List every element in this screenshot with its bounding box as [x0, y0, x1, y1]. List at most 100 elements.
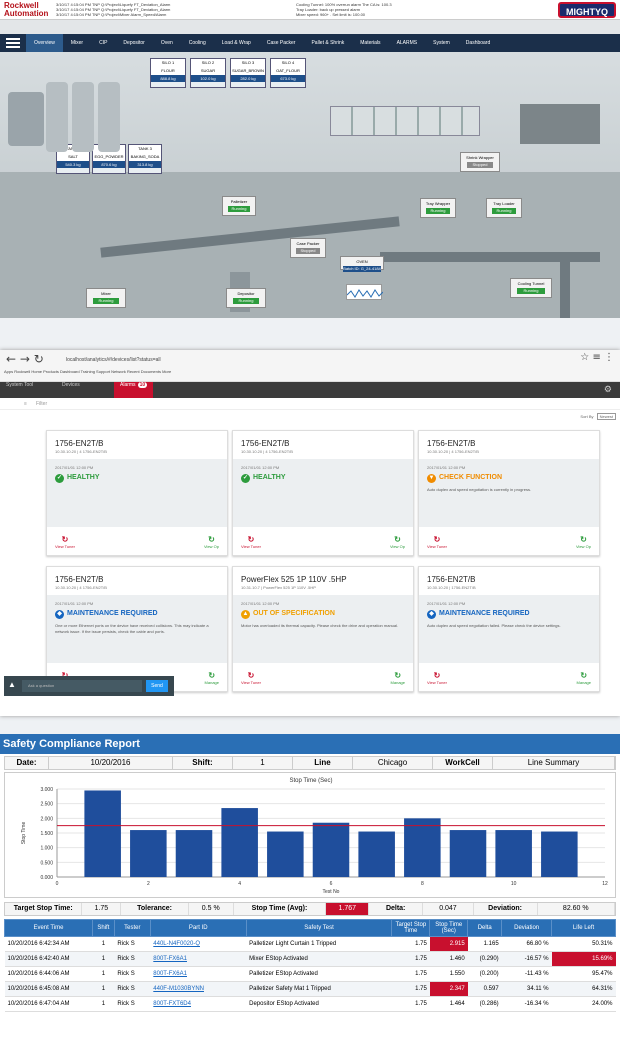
- tank-panel[interactable]: TANK 3 BAKING_SODA 313.8 kg: [128, 144, 162, 174]
- bar[interactable]: [221, 808, 258, 877]
- line-value[interactable]: Chicago: [353, 757, 433, 769]
- shift-value[interactable]: 1: [233, 757, 293, 769]
- bar[interactable]: [449, 830, 487, 877]
- silo-panel[interactable]: SILO 2 SUGAR 102.0 kg: [190, 58, 226, 88]
- view-op-button[interactable]: ↻ View Op: [576, 535, 591, 549]
- silo-panel[interactable]: SILO 1 FLOUR 888.8 kg: [150, 58, 186, 88]
- hmi-tab[interactable]: Load & Wrap: [214, 34, 259, 52]
- machine-status-panel[interactable]: Depositor Running: [226, 288, 266, 308]
- bar[interactable]: [130, 830, 167, 877]
- column-header[interactable]: Target Stop Time: [391, 919, 431, 937]
- hmi-tab[interactable]: System: [425, 34, 458, 52]
- bar[interactable]: [541, 831, 578, 877]
- view-tuner-button[interactable]: ↻View Tuner: [427, 535, 447, 549]
- hmi-tab[interactable]: CIP: [91, 34, 115, 52]
- table-row[interactable]: 10/20/2016 6:45:08 AM 1 Rick S 440F-M1030BY…: [4, 981, 616, 997]
- hmi-tab[interactable]: Overview: [26, 34, 63, 52]
- bar[interactable]: [312, 822, 350, 877]
- part-id-link[interactable]: 800T-FX6A1: [153, 956, 187, 962]
- bar[interactable]: [267, 831, 304, 877]
- bar[interactable]: [175, 830, 213, 877]
- column-header[interactable]: Delta: [467, 919, 503, 937]
- tab-alarms[interactable]: Alarms 10: [114, 382, 154, 398]
- settings-icon[interactable]: ⚙: [604, 384, 612, 395]
- table-row[interactable]: 10/20/2016 6:42:34 AM 1 Rick S 440L-N4F0020…: [4, 936, 616, 952]
- column-header[interactable]: Part ID: [149, 919, 247, 937]
- column-header[interactable]: Life Left: [551, 919, 616, 937]
- hmi-tab[interactable]: Depositor: [115, 34, 152, 52]
- hmi-tab[interactable]: Materials: [352, 34, 388, 52]
- alarm-banner[interactable]: 3/10/17 4:15:04 PM TNP Q:\Project\Liquef…: [56, 2, 526, 18]
- filter-input[interactable]: ≡ Filter: [0, 398, 620, 410]
- bar[interactable]: [358, 831, 395, 877]
- machine-status-panel[interactable]: Cooling Tunnel Running: [510, 278, 552, 298]
- part-id-link[interactable]: 440L-N4F0020-Q: [153, 941, 200, 947]
- machine-status-panel[interactable]: Palletizer Running: [222, 196, 256, 216]
- device-card[interactable]: 1756-EN2T/B 10.30.10.20 | 4 1756-EN2T/B 20…: [232, 430, 414, 556]
- view-op-button[interactable]: ↻ View Op: [204, 535, 219, 549]
- machine-status-panel[interactable]: Shrink Wrapper Stopped: [460, 152, 500, 172]
- silo-panel[interactable]: SILO 4 OAT_FLOUR 673.0 kg: [270, 58, 306, 88]
- cell-test: Palletizer Safety Mat 1 Tripped: [246, 981, 392, 997]
- browser-menu-icons[interactable]: ☆ ≡ ⋮: [580, 352, 614, 363]
- sort-control[interactable]: Sort By Newest: [578, 413, 616, 420]
- view-op-button[interactable]: ↻ Manage: [205, 671, 219, 685]
- bar[interactable]: [495, 830, 532, 877]
- view-op-button[interactable]: ↻ Manage: [577, 671, 591, 685]
- view-op-button[interactable]: ↻ View Op: [390, 535, 405, 549]
- tab-devices[interactable]: Devices: [56, 382, 86, 398]
- send-button[interactable]: Send: [146, 680, 168, 692]
- machine-status-panel[interactable]: Mixer Running: [86, 288, 126, 308]
- device-status-body: 2017/01/01 12:00 PM ✓ HEALTHY: [233, 459, 413, 527]
- date-value[interactable]: 10/20/2016: [49, 757, 173, 769]
- chat-input[interactable]: Ask a question: [22, 680, 142, 692]
- device-card[interactable]: 1756-EN2T/B 10.30.10.20 | 4 1756-EN2T/B 20…: [46, 430, 228, 556]
- device-card[interactable]: 1756-EN2T/B 10.30.10.20 | 4 1756-EN2T/B 20…: [46, 566, 228, 692]
- hmi-tab[interactable]: Oven: [153, 34, 181, 52]
- silo-panel[interactable]: SILO 3 SUGAR_BROWN 282.0 kg: [230, 58, 266, 88]
- view-tuner-button[interactable]: ↻View Tuner: [241, 671, 261, 685]
- machine-status-panel[interactable]: Tray Loader Running: [486, 198, 522, 218]
- part-id-link[interactable]: 800T-FX6A1: [153, 971, 187, 977]
- part-id-link[interactable]: 440F-M1030BYNN: [153, 986, 204, 992]
- bar[interactable]: [84, 790, 121, 877]
- view-tuner-button[interactable]: ↻View Tuner: [427, 671, 447, 685]
- status-description: Auto duplex and speed negotiation failed…: [427, 623, 561, 628]
- machine-status-panel[interactable]: Tray Wrapper Running: [420, 198, 456, 218]
- hamburger-menu-icon[interactable]: [6, 38, 20, 48]
- device-card[interactable]: 1756-EN2T/B 10.30.10.20 | 1756-EN2T/B 2017…: [418, 566, 600, 692]
- machine-status: Running: [426, 208, 450, 214]
- hmi-tab[interactable]: Pallet & Shrink: [303, 34, 352, 52]
- address-bar[interactable]: localhost/analytics/#/devices/list?statu…: [66, 354, 466, 366]
- device-card[interactable]: 1756-EN2T/B 10.30.10.20 | 4 1756-EN2T/B 20…: [418, 430, 600, 556]
- view-tuner-button[interactable]: ↻View Tuner: [55, 535, 75, 549]
- column-header[interactable]: Tester: [113, 919, 151, 937]
- view-tuner-button[interactable]: ↻View Tuner: [241, 535, 261, 549]
- table-row[interactable]: 10/20/2016 6:42:40 AM 1 Rick S 800T-FX6A1 Mi…: [4, 951, 616, 967]
- machine-status-panel[interactable]: Case Packer Stopped: [290, 238, 326, 258]
- back-forward-reload-icons[interactable]: ← → ↻: [6, 352, 44, 366]
- view-op-button[interactable]: ↻ Manage: [391, 671, 405, 685]
- workcell-value[interactable]: Line Summary: [493, 757, 615, 769]
- cell-part: 800T-FX6A1: [150, 951, 247, 967]
- bookmarks-bar[interactable]: Apps Rockwell Home Products Dashboard Tr…: [4, 369, 614, 379]
- table-row[interactable]: 10/20/2016 6:47:04 AM 1 Rick S 800T-FXT6D4 D…: [4, 996, 616, 1012]
- table-row[interactable]: 10/20/2016 6:44:06 AM 1 Rick S 800T-FX6A1 Pa…: [4, 966, 616, 982]
- status-text: MAINTENANCE REQUIRED: [439, 610, 530, 617]
- column-header[interactable]: Event Time: [4, 919, 93, 937]
- column-header[interactable]: Stop Time (Sec): [429, 919, 469, 937]
- tab-system-tool[interactable]: System Tool: [0, 382, 39, 398]
- machine-status-panel[interactable]: OVEN Batch ID: G_24-4184: [340, 256, 384, 272]
- device-card[interactable]: PowerFlex 525 1P 110V .5HP 10.31.10.7 | P…: [232, 566, 414, 692]
- hmi-tab[interactable]: Case Packer: [259, 34, 304, 52]
- sort-select[interactable]: Newest: [596, 413, 616, 420]
- column-header[interactable]: Safety Test: [245, 919, 393, 937]
- column-header[interactable]: Deviation: [501, 919, 553, 937]
- hmi-tab[interactable]: Cooling: [181, 34, 214, 52]
- bar[interactable]: [404, 818, 441, 877]
- column-header[interactable]: Shift: [91, 919, 115, 937]
- part-id-link[interactable]: 800T-FXT6D4: [153, 1001, 191, 1007]
- hmi-tab[interactable]: Mixer: [63, 34, 91, 52]
- hmi-tab[interactable]: Dashboard: [458, 34, 498, 52]
- hmi-tab[interactable]: ALARMS: [389, 34, 426, 52]
